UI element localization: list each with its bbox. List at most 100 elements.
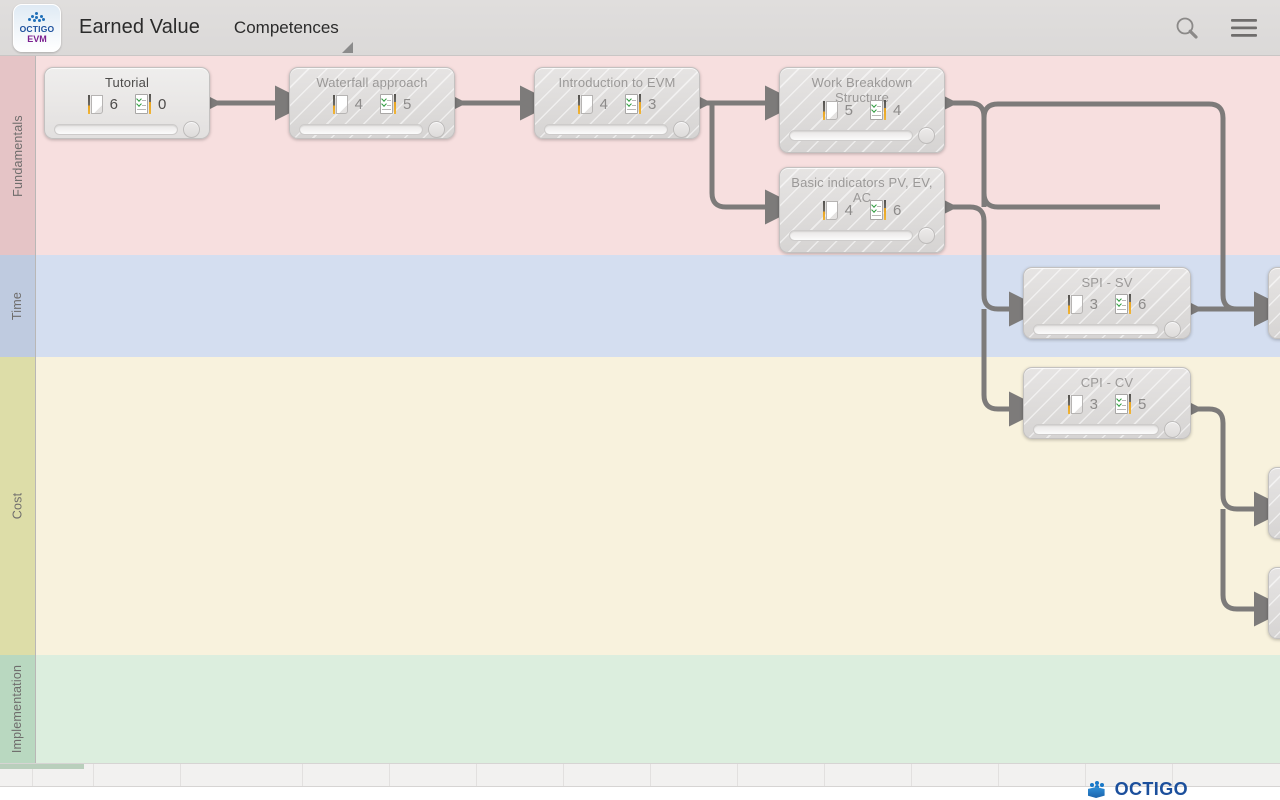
progress-row[interactable] [789,127,935,144]
competence-map-app: OCTIGO EVM Earned Value Competences Fund… [0,0,1280,800]
node-card-work-breakdown-structure[interactable]: Work Breakdown Structure 5 4 [779,67,945,153]
quiz-count-icon [1115,394,1131,414]
progress-knob[interactable] [183,121,200,138]
quiz-count: 5 [403,95,412,113]
node-card-waterfall-approach[interactable]: Waterfall approach 4 5 [289,67,455,139]
node-card-introduction-to-evm[interactable]: Introduction to EVM 4 3 [534,67,700,139]
progress-bar[interactable] [54,124,178,135]
tab-competences-label: Competences [233,17,339,37]
row-label-fundamentals-text: Fundamentals [10,114,25,197]
node-card-spi-sv[interactable]: SPI - SV 3 6 [1023,267,1191,339]
quiz-count-icon [135,94,151,114]
octigo-brand-icon [1086,781,1108,798]
row-label-time: Time [0,255,36,357]
document-count: 5 [844,101,853,119]
stat-documents: 3 [1067,294,1098,314]
node-card-tutorial[interactable]: Tutorial 6 0 [44,67,210,139]
stat-quizzes: 4 [870,100,901,120]
progress-knob[interactable] [918,127,935,144]
node-card-cpi-cv[interactable]: CPI - CV 3 5 [1023,367,1191,439]
document-count-icon [822,200,838,220]
octigo-logo-icon [28,11,46,24]
quiz-count: 4 [893,101,902,119]
progress-bar[interactable] [789,130,913,141]
stat-quizzes: 5 [1115,394,1146,414]
stat-documents: 6 [87,94,118,114]
quiz-count-icon [870,100,886,120]
row-label-fundamentals: Fundamentals [0,56,36,255]
quiz-count: 0 [158,95,167,113]
logo-brand-text: OCTIGO [19,23,55,34]
octigo-brand-text: OCTIGO [1114,779,1188,799]
progress-row[interactable] [1033,421,1181,438]
progress-bar[interactable] [1033,424,1159,435]
progress-knob[interactable] [918,227,935,244]
node-stats: 3 5 [1033,394,1181,414]
quiz-count: 6 [893,201,902,219]
stat-documents: 4 [332,94,363,114]
progress-knob[interactable] [673,121,690,138]
document-count: 4 [354,95,363,113]
node-stats: 6 0 [54,94,200,114]
stat-documents: 3 [1067,394,1098,414]
ruler-scroll-thumb[interactable] [0,764,84,769]
progress-bar[interactable] [1033,324,1159,335]
quiz-count: 6 [1138,295,1147,313]
tab-competences[interactable]: Competences [233,17,353,53]
edge-basic-spi [947,204,1044,327]
quiz-count-icon [625,94,641,114]
logo-product-text: EVM [27,33,47,44]
quiz-count-icon [1115,294,1131,314]
progress-row[interactable] [299,121,445,138]
progress-bar[interactable] [544,124,668,135]
edge-basic-cpi [981,309,1044,427]
node-title: CPI - CV [1080,375,1134,390]
competence-board[interactable]: Fundamentals Time Cost Implementation Tu… [0,56,1280,763]
node-stats: 3 6 [1033,294,1181,314]
page-title: Earned Value [79,16,200,38]
header-actions [1174,15,1280,41]
progress-row[interactable] [54,121,200,138]
node-card-offscreen-cost-2[interactable] [1268,567,1280,639]
edge-wbs-loop-out [947,100,1160,210]
progress-row[interactable] [544,121,690,138]
search-icon[interactable] [1174,15,1200,41]
document-count: 3 [1089,395,1098,413]
row-label-cost: Cost [0,357,36,655]
hamburger-menu-icon[interactable] [1230,17,1258,39]
node-stats: 4 5 [299,94,445,114]
document-count-icon [332,94,348,114]
stat-quizzes: 5 [380,94,411,114]
node-title: SPI - SV [1081,275,1133,290]
stat-quizzes: 6 [870,200,901,220]
progress-row[interactable] [789,227,935,244]
node-card-basic-indicators[interactable]: Basic indicators PV, EV, AC 4 6 [779,167,945,253]
progress-row[interactable] [1033,321,1181,338]
progress-knob[interactable] [1164,321,1181,338]
document-count: 3 [1089,295,1098,313]
document-count-icon [822,100,838,120]
quiz-count-icon [380,94,396,114]
progress-bar[interactable] [789,230,913,241]
document-count-icon [87,94,103,114]
progress-knob[interactable] [428,121,445,138]
corner-caret-icon [341,41,353,53]
octigo-evm-logo[interactable]: OCTIGO EVM [13,3,61,52]
node-card-offscreen-cost-1[interactable] [1268,467,1280,539]
row-label-cost-text: Cost [10,492,25,520]
row-label-rail: Fundamentals Time Cost Implementation [0,56,36,763]
progress-bar[interactable] [299,124,423,135]
quiz-count-icon [870,200,886,220]
stat-documents: 4 [822,200,853,220]
node-title: Tutorial [104,75,150,90]
stat-documents: 4 [577,94,608,114]
stat-quizzes: 3 [625,94,656,114]
node-title: Work Breakdown Structure [811,75,913,105]
row-label-implementation: Implementation [0,655,36,763]
node-card-offscreen-time[interactable] [1268,267,1280,339]
node-stats: 4 6 [789,200,935,220]
octigo-brand: OCTIGO [1086,779,1188,800]
quiz-count: 5 [1138,395,1147,413]
quiz-count: 3 [648,95,657,113]
progress-knob[interactable] [1164,421,1181,438]
